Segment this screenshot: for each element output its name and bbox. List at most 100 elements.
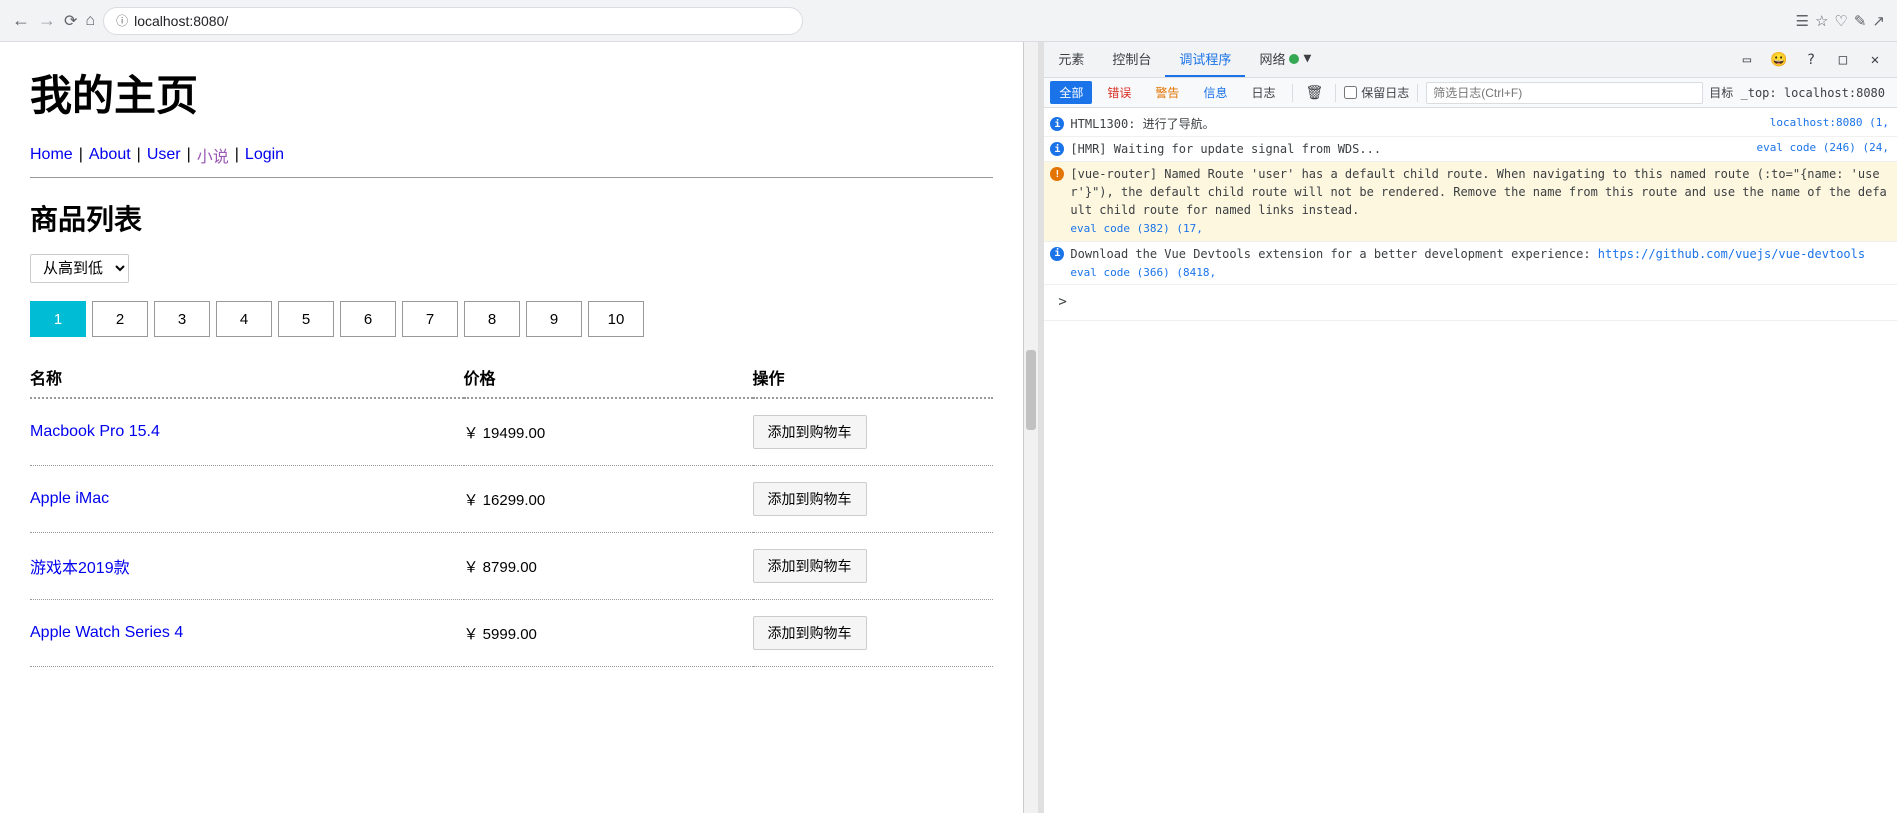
- console-filter-log[interactable]: 日志: [1242, 81, 1284, 104]
- devtools-tab-elements[interactable]: 元素: [1044, 42, 1098, 77]
- scrollbar-thumb[interactable]: [1026, 350, 1036, 430]
- console-messages-area: i HTML1300: 进行了导航。 localhost:8080 (1, i …: [1044, 108, 1897, 813]
- section-title: 商品列表: [30, 198, 993, 238]
- console-expand-btn[interactable]: >: [1050, 288, 1074, 317]
- product-price-1: ￥ 19499.00: [464, 398, 753, 466]
- pen-icon[interactable]: ✎: [1854, 12, 1867, 30]
- nav-about[interactable]: About: [89, 146, 131, 164]
- table-row: Apple Watch Series 4 ￥ 5999.00 添加到购物车: [30, 600, 993, 667]
- console-filter-input[interactable]: [1426, 82, 1703, 104]
- devtools-help-icon[interactable]: ?: [1797, 46, 1825, 74]
- page-btn-9[interactable]: 9: [526, 301, 582, 337]
- console-msg-1: i HTML1300: 进行了导航。 localhost:8080 (1,: [1044, 112, 1897, 137]
- devtools-dock-icon[interactable]: ▭: [1733, 46, 1761, 74]
- nav-links: Home | About | User | 小说 | Login: [30, 143, 993, 167]
- console-clear-icon[interactable]: 🗑: [1301, 83, 1327, 103]
- devtools-close-icon[interactable]: ✕: [1861, 46, 1889, 74]
- preserve-log-checkbox[interactable]: [1344, 86, 1357, 99]
- console-expand-row: >: [1044, 285, 1897, 321]
- console-msg-2-source[interactable]: eval code (246) (24,: [1757, 140, 1889, 157]
- table-row: 游戏本2019款 ￥ 8799.00 添加到购物车: [30, 533, 993, 600]
- nav-sep-3: |: [187, 146, 191, 164]
- reload-button[interactable]: ⟳: [64, 11, 77, 31]
- security-icon: ⓘ: [116, 12, 128, 29]
- console-msg-4-source[interactable]: eval code (366) (8418,: [1070, 266, 1216, 279]
- nav-login[interactable]: Login: [245, 146, 284, 164]
- product-name-4: Apple Watch Series 4: [30, 600, 464, 667]
- sort-select[interactable]: 从高到低 从低到高: [30, 254, 129, 283]
- console-msg-4-body: Download the Vue Devtools extension for …: [1070, 245, 1889, 282]
- product-link-4[interactable]: Apple Watch Series 4: [30, 624, 183, 641]
- page-btn-5[interactable]: 5: [278, 301, 334, 337]
- nav-sep-2: |: [137, 146, 141, 164]
- page-btn-4[interactable]: 4: [216, 301, 272, 337]
- console-msg-2-icon: i: [1050, 142, 1064, 156]
- console-msg-3-source[interactable]: eval code (382) (17,: [1070, 222, 1202, 235]
- share-icon[interactable]: ↗: [1872, 12, 1885, 30]
- preserve-log-text: 保留日志: [1361, 84, 1409, 101]
- bookmark-list-icon[interactable]: ☰: [1795, 12, 1808, 30]
- page-btn-6[interactable]: 6: [340, 301, 396, 337]
- page-title: 我的主页: [30, 62, 993, 123]
- star-icon[interactable]: ☆: [1815, 12, 1828, 30]
- col-header-action: 操作: [753, 357, 994, 398]
- product-link-3[interactable]: 游戏本2019款: [30, 560, 130, 577]
- nav-sep-4: |: [235, 146, 239, 164]
- console-filter-all[interactable]: 全部: [1050, 81, 1092, 104]
- console-msg-1-source[interactable]: localhost:8080 (1,: [1770, 115, 1889, 132]
- console-msg-3: ! [vue-router] Named Route 'user' has a …: [1044, 162, 1897, 242]
- nav-divider: [30, 177, 993, 178]
- forward-button[interactable]: →: [38, 10, 56, 31]
- back-button[interactable]: ←: [12, 10, 30, 31]
- product-price-3: ￥ 8799.00: [464, 533, 753, 600]
- console-filter-info[interactable]: 信息: [1194, 81, 1236, 104]
- url-bar[interactable]: localhost:8080/: [134, 13, 228, 29]
- console-msg-2-body: [HMR] Waiting for update signal from WDS…: [1070, 140, 1750, 158]
- console-msg-1-icon: i: [1050, 117, 1064, 131]
- page-btn-7[interactable]: 7: [402, 301, 458, 337]
- devtools-tab-network[interactable]: 网络 ▼: [1245, 42, 1325, 77]
- product-price-2: ￥ 16299.00: [464, 466, 753, 533]
- product-action-3: 添加到购物车: [753, 533, 994, 600]
- devtools-icon-row: ▭ 😀 ? □ ✕: [1733, 46, 1897, 74]
- nav-home[interactable]: Home: [30, 146, 73, 164]
- page-btn-1[interactable]: 1: [30, 301, 86, 337]
- console-msg-4: i Download the Vue Devtools extension fo…: [1044, 242, 1897, 286]
- product-action-1: 添加到购物车: [753, 398, 994, 466]
- page-btn-10[interactable]: 10: [588, 301, 644, 337]
- page-btn-8[interactable]: 8: [464, 301, 520, 337]
- devtools-undock-icon[interactable]: □: [1829, 46, 1857, 74]
- favorites-icon[interactable]: ♡: [1834, 12, 1847, 30]
- network-dropdown-icon[interactable]: ▼: [1303, 51, 1311, 66]
- console-filter-error[interactable]: 错误: [1098, 81, 1140, 104]
- product-price-4: ￥ 5999.00: [464, 600, 753, 667]
- add-to-cart-btn-1[interactable]: 添加到购物车: [753, 415, 867, 449]
- console-toolbar: 全部 错误 警告 信息 日志 🗑 保留日志 目标 _top: localhost…: [1044, 78, 1897, 108]
- devtools-tab-console[interactable]: 控制台: [1098, 42, 1165, 77]
- add-to-cart-btn-3[interactable]: 添加到购物车: [753, 549, 867, 583]
- nav-user[interactable]: User: [147, 146, 181, 164]
- page-btn-2[interactable]: 2: [92, 301, 148, 337]
- console-msg-2: i [HMR] Waiting for update signal from W…: [1044, 137, 1897, 162]
- console-filter-warning[interactable]: 警告: [1146, 81, 1188, 104]
- console-toolbar-divider-3: [1417, 84, 1418, 102]
- preserve-log-label: 保留日志: [1344, 84, 1409, 101]
- console-target-label: 目标 _top: localhost:8080: [1709, 84, 1891, 101]
- devtools-emoji-icon[interactable]: 😀: [1765, 46, 1793, 74]
- network-status-dot: [1289, 54, 1299, 64]
- vue-devtools-link[interactable]: https://github.com/vuejs/vue-devtools: [1598, 247, 1865, 261]
- add-to-cart-btn-4[interactable]: 添加到购物车: [753, 616, 867, 650]
- product-table: 名称 价格 操作 Macbook Pro 15.4 ￥ 19499.00 添加到…: [30, 357, 993, 667]
- add-to-cart-btn-2[interactable]: 添加到购物车: [753, 482, 867, 516]
- main-scrollbar[interactable]: [1024, 42, 1038, 813]
- pagination: 1 2 3 4 5 6 7 8 9 10: [30, 301, 993, 337]
- nav-novel[interactable]: 小说: [197, 143, 229, 167]
- home-button[interactable]: ⌂: [85, 12, 95, 30]
- product-link-1[interactable]: Macbook Pro 15.4: [30, 423, 160, 440]
- sort-dropdown-container: 从高到低 从低到高: [30, 254, 993, 283]
- col-header-price: 价格: [464, 357, 753, 398]
- devtools-tab-debugger[interactable]: 调试程序: [1165, 42, 1245, 77]
- product-link-2[interactable]: Apple iMac: [30, 490, 109, 507]
- product-action-2: 添加到购物车: [753, 466, 994, 533]
- page-btn-3[interactable]: 3: [154, 301, 210, 337]
